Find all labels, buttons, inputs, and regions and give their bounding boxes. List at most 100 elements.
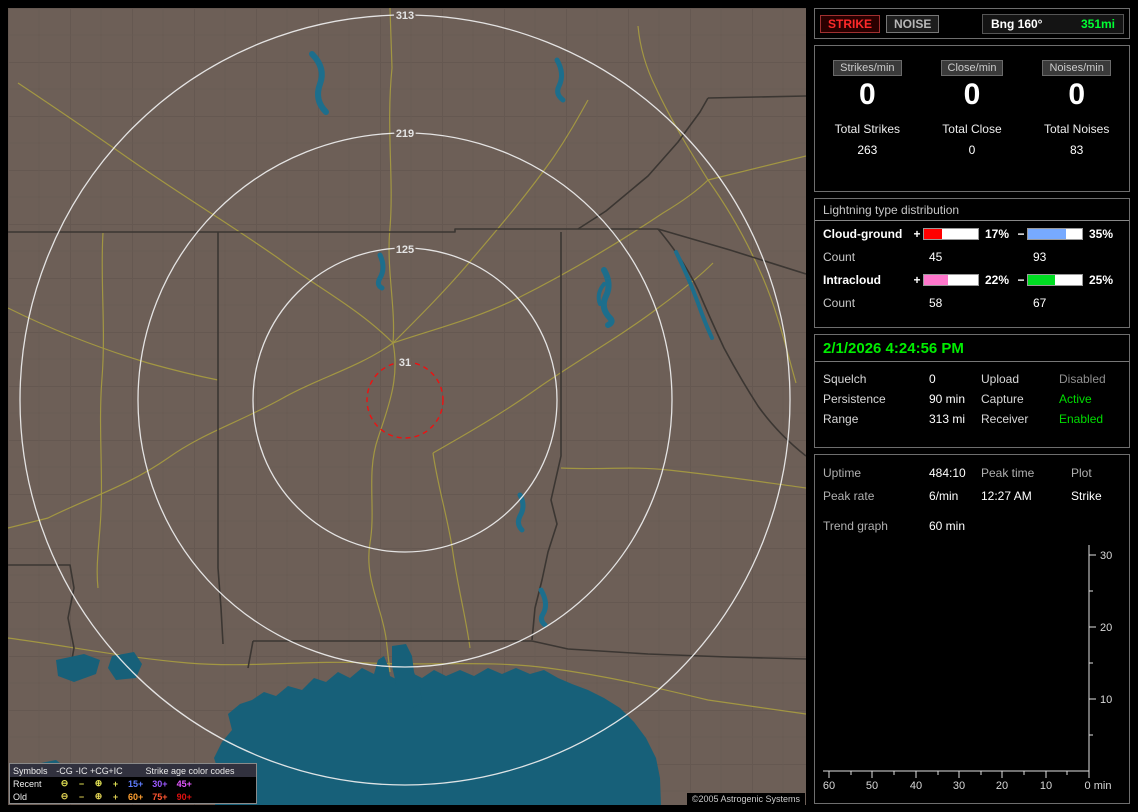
minus-sign: − [1017,273,1025,287]
map-view[interactable]: 313 219 125 31 Symbols -CG -IC +CG +IC S… [7,7,807,805]
ic-minus-pct: 25% [1089,273,1114,287]
trend-graph-label: Trend graph [823,519,888,533]
uptime-label: Uptime [823,466,862,480]
ic-plus-count: 58 [929,296,943,310]
pos-ic-symbol-icon: + [112,791,119,802]
plus-sign: + [913,273,921,287]
ring-label-313: 313 [396,10,414,22]
datetime-display: 2/1/2026 4:24:56 PM [815,335,1129,362]
alarm-toolbar: STRIKE NOISE Bng 160° 351mi [814,8,1130,39]
legend-age-header: Strike age color codes [145,765,235,776]
capture-status: Active [1059,392,1092,406]
cloud-ground-row: Cloud-ground + 17% − 35% [815,224,1129,244]
ring-label-219: 219 [396,128,414,140]
capture-label: Capture [981,392,1024,406]
x-tick-40: 40 [910,780,922,791]
plot-label: Plot [1071,466,1092,480]
map-canvas[interactable]: 313 219 125 31 [7,7,807,805]
recent-age-codes: 15+ 30+ 45+ [124,779,256,789]
neg-ic-symbol-icon: − [78,791,85,802]
lightning-distribution-panel: Lightning type distribution Cloud-ground… [814,198,1130,328]
total-close-value: 0 [968,143,976,157]
peak-time-label: Peak time [981,466,1035,480]
age-45: 45+ [176,778,192,789]
strikes-per-min-label: Strikes/min [833,60,902,76]
squelch-label: Squelch [823,372,867,386]
persistence-label: Persistence [823,392,886,406]
cg-plus-bar [923,228,979,240]
trend-panel: Uptime 484:10 Peak time Plot Peak rate 6… [814,454,1130,804]
legend-recent-label: Recent [13,778,42,789]
graph-tick-labels: 30 20 10 60 50 40 30 20 10 0 min [823,550,1112,792]
ic-plus-pct: 22% [985,273,1010,287]
legend-header-row: Symbols -CG -IC +CG +IC Strike age color… [10,764,256,777]
count-label: Count [823,250,856,264]
noise-alarm-button[interactable]: NOISE [886,14,940,33]
total-close-label: Total Close [942,122,1002,136]
total-strikes-label: Total Strikes [834,122,900,136]
cg-minus-bar [1027,228,1083,240]
trend-graph-canvas: 30 20 10 60 50 40 30 20 10 0 min [823,545,1112,792]
ring-label-125: 125 [396,244,414,256]
app-window: 313 219 125 31 Symbols -CG -IC +CG +IC S… [0,0,1138,812]
legend-col-pos-ic: +IC [108,765,123,776]
trend-graph-window: 60 min [929,519,966,533]
age-60: 60+ [128,791,144,802]
legend-col-neg-ic: -IC [75,765,88,776]
persistence-row: Persistence 90 min Capture Active [815,389,1129,409]
cloud-ground-label: Cloud-ground [823,227,903,241]
cg-minus-pct: 35% [1089,227,1114,241]
squelch-value: 0 [929,372,936,386]
age-15: 15+ [128,778,144,789]
uptime-row: Uptime 484:10 Peak time Plot [815,463,1129,483]
range-row: Range 313 mi Receiver Enabled [815,409,1129,429]
noises-per-min-value: 0 [1068,78,1085,111]
close-per-min-label: Close/min [940,60,1004,76]
strike-alarm-button[interactable]: STRIKE [820,14,881,33]
age-75: 75+ [152,791,168,802]
distance-value: 351mi [1080,16,1115,31]
strikes-counter: Strikes/min 0 Total Strikes 263 [815,58,920,191]
noises-per-min-label: Noises/min [1042,60,1111,76]
legend-symbols-header: Symbols [13,765,48,776]
old-age-codes: 60+ 75+ 90+ [124,792,256,802]
pos-cg-symbol-icon: ⊕ [94,791,103,801]
squelch-row: Squelch 0 Upload Disabled [815,369,1129,389]
total-noises-value: 83 [1069,143,1084,157]
noises-counter: Noises/min 0 Total Noises 83 [1024,58,1129,191]
counters-panel: Strikes/min 0 Total Strikes 263 Close/mi… [814,45,1130,192]
bearing-value: Bng 160° [991,16,1043,31]
pos-cg-symbol-icon: ⊕ [94,778,103,788]
bearing-readout: Bng 160° 351mi [982,13,1124,34]
range-label: Range [823,412,859,426]
receiver-label: Receiver [981,412,1029,426]
legend-old-label: Old [13,791,28,802]
intracloud-count-row: Count 58 67 [815,293,1129,313]
legend-old-row: Old ⊖ − ⊕ + 60+ 75+ 90+ [10,790,256,803]
x-tick-60: 60 [823,780,835,791]
y-tick-20: 20 [1100,622,1112,634]
legend-recent-row: Recent ⊖ − ⊕ + 15+ 30+ 45+ [10,777,256,790]
upload-label: Upload [981,372,1020,386]
total-strikes-value: 263 [857,143,878,157]
copyright-text: ©2005 Astrogenic Systems [686,793,805,805]
peak-rate-row: Peak rate 6/min 12:27 AM Strike [815,486,1129,506]
y-tick-10: 10 [1100,694,1112,706]
receiver-status: Enabled [1059,412,1104,426]
cg-minus-count: 93 [1033,250,1047,264]
x-tick-30: 30 [953,780,965,791]
intracloud-row: Intracloud + 22% − 25% [815,270,1129,290]
intracloud-label: Intracloud [823,273,882,287]
plot-mode-value: Strike [1071,489,1102,503]
total-noises-label: Total Noises [1043,122,1110,136]
peak-rate-value: 6/min [929,489,959,503]
minus-sign: − [1017,227,1025,241]
peak-rate-label: Peak rate [823,489,875,503]
x-tick-10: 10 [1040,780,1052,791]
x-tick-20: 20 [996,780,1008,791]
distribution-title: Lightning type distribution [815,199,1129,221]
cg-plus-count: 45 [929,250,943,264]
uptime-value: 484:10 [929,466,966,480]
neg-cg-symbol-icon: ⊖ [60,791,69,801]
pos-ic-symbol-icon: + [112,778,119,789]
